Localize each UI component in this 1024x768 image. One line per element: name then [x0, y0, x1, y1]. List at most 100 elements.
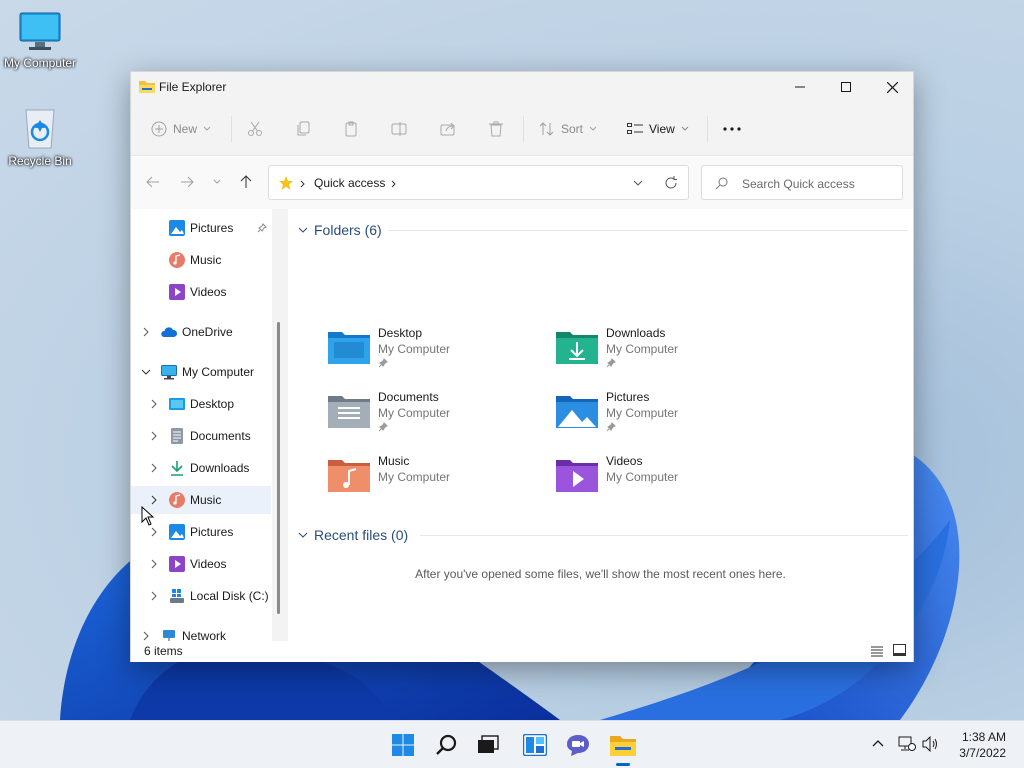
cut-button[interactable] [247, 114, 263, 144]
window-title: File Explorer [159, 80, 227, 94]
desktop-icon-recycle-bin[interactable]: Recycle Bin [0, 106, 80, 168]
paste-button[interactable] [344, 114, 360, 144]
sidebar-item-label: Local Disk (C:) [190, 589, 269, 603]
folder-tile-music[interactable]: Music My Computer [328, 454, 538, 510]
network-status-icon[interactable] [898, 736, 916, 752]
sidebar-item-videos-pinned[interactable]: Videos [131, 278, 271, 306]
address-bar[interactable]: Quick access [268, 165, 689, 200]
separator [231, 116, 232, 142]
scrollbar-thumb[interactable] [277, 322, 280, 614]
sidebar-item-documents[interactable]: Documents [131, 422, 271, 450]
sidebar-item-onedrive[interactable]: OneDrive [131, 318, 271, 346]
volume-icon[interactable] [922, 736, 940, 752]
recent-locations-button[interactable] [207, 172, 227, 192]
chevron-right-icon[interactable] [148, 398, 160, 410]
desktop-icon [169, 398, 185, 410]
task-view-button[interactable] [474, 731, 502, 759]
command-bar: New Sort View [131, 102, 913, 156]
status-bar: 6 items [131, 641, 913, 662]
sidebar-item-desktop[interactable]: Desktop [131, 390, 271, 418]
rename-button[interactable] [391, 114, 409, 144]
system-clock[interactable]: 1:38 AM 3/7/2022 [959, 729, 1006, 761]
taskbar: 1:38 AM 3/7/2022 [0, 720, 1024, 768]
documents-icon [171, 428, 183, 444]
view-button[interactable]: View [627, 114, 689, 144]
delete-button[interactable] [488, 114, 504, 144]
folder-location: My Computer [378, 470, 451, 484]
chevron-up-icon[interactable] [872, 739, 884, 747]
details-view-icon[interactable] [871, 645, 883, 657]
copy-button[interactable] [296, 114, 312, 144]
recent-files-empty-message: After you've opened some files, we'll sh… [415, 567, 786, 581]
maximize-button[interactable] [823, 72, 869, 102]
documents-folder-icon [328, 396, 370, 428]
desktop-icon-my-computer[interactable]: My Computer [0, 12, 80, 70]
folder-location: My Computer [378, 406, 451, 420]
chevron-down-icon[interactable] [140, 366, 152, 378]
folder-tile-pictures[interactable]: Pictures My Computer [556, 390, 766, 446]
sidebar-item-pictures-pinned[interactable]: Pictures [131, 214, 271, 242]
sidebar-item-network[interactable]: Network [131, 622, 271, 641]
pin-icon [257, 223, 267, 233]
search-button[interactable] [433, 731, 461, 759]
pictures-icon [169, 220, 185, 236]
desktop-folder-icon [328, 332, 370, 364]
forward-button[interactable] [177, 172, 197, 192]
search-box[interactable]: Search Quick access [701, 165, 903, 200]
search-placeholder: Search Quick access [742, 177, 855, 191]
more-icon [723, 127, 741, 131]
sidebar-item-downloads[interactable]: Downloads [131, 454, 271, 482]
folder-location: My Computer [606, 406, 679, 420]
chevron-right-icon[interactable] [148, 526, 160, 538]
start-button[interactable] [389, 731, 417, 759]
chevron-right-icon[interactable] [140, 630, 152, 641]
new-button[interactable]: New [151, 114, 211, 144]
navigation-pane-scrollbar[interactable] [272, 209, 288, 641]
sidebar-item-my-computer[interactable]: My Computer [131, 358, 271, 386]
refresh-icon[interactable] [664, 176, 678, 190]
chevron-down-icon[interactable] [633, 180, 643, 187]
chevron-right-icon[interactable] [148, 590, 160, 602]
chevron-right-icon[interactable] [148, 558, 160, 570]
recent-files-section-header[interactable]: Recent files (0) [298, 525, 408, 545]
navigation-pane: Pictures Music Videos OneDrive My Comput… [131, 209, 287, 641]
title-bar[interactable]: File Explorer [131, 72, 913, 102]
plus-circle-icon [151, 121, 167, 137]
arrow-right-icon [181, 176, 194, 188]
share-button[interactable] [440, 114, 456, 144]
sort-button[interactable]: Sort [539, 114, 597, 144]
item-count: 6 items [144, 644, 183, 658]
chevron-right-icon[interactable] [148, 462, 160, 474]
up-button[interactable] [236, 172, 256, 192]
content-area: Folders (6) Desktop My Computer Download… [288, 209, 913, 641]
videos-icon [169, 284, 185, 300]
back-button[interactable] [143, 172, 163, 192]
music-icon [169, 492, 185, 508]
chevron-right-icon[interactable] [148, 430, 160, 442]
close-icon [886, 81, 898, 93]
sidebar-item-label: Downloads [190, 461, 250, 475]
sidebar-item-videos[interactable]: Videos [131, 550, 271, 578]
chat-button[interactable] [564, 731, 592, 759]
folder-location: My Computer [606, 342, 679, 356]
file-explorer-taskbar-button[interactable] [609, 731, 637, 759]
chevron-right-icon[interactable] [148, 494, 160, 506]
folder-name: Desktop [378, 326, 423, 340]
breadcrumb-quick-access[interactable]: Quick access [314, 176, 385, 190]
folder-tile-downloads[interactable]: Downloads My Computer [556, 326, 766, 382]
chevron-right-icon[interactable] [140, 326, 152, 338]
close-button[interactable] [869, 72, 915, 102]
tiles-view-icon[interactable] [893, 644, 906, 657]
widgets-button[interactable] [521, 731, 549, 759]
folder-tile-desktop[interactable]: Desktop My Computer [328, 326, 538, 382]
folder-location: My Computer [606, 470, 679, 484]
folders-section-header[interactable]: Folders (6) [298, 220, 382, 240]
sidebar-item-music-pinned[interactable]: Music [131, 246, 271, 274]
minimize-button[interactable] [777, 72, 823, 102]
folder-tile-documents[interactable]: Documents My Computer [328, 390, 538, 446]
folder-tile-videos[interactable]: Videos My Computer [556, 454, 766, 510]
sidebar-item-local-disk[interactable]: Local Disk (C:) [131, 582, 271, 610]
chevron-down-icon [298, 227, 308, 233]
separator [707, 116, 708, 142]
more-options-button[interactable] [723, 114, 741, 144]
